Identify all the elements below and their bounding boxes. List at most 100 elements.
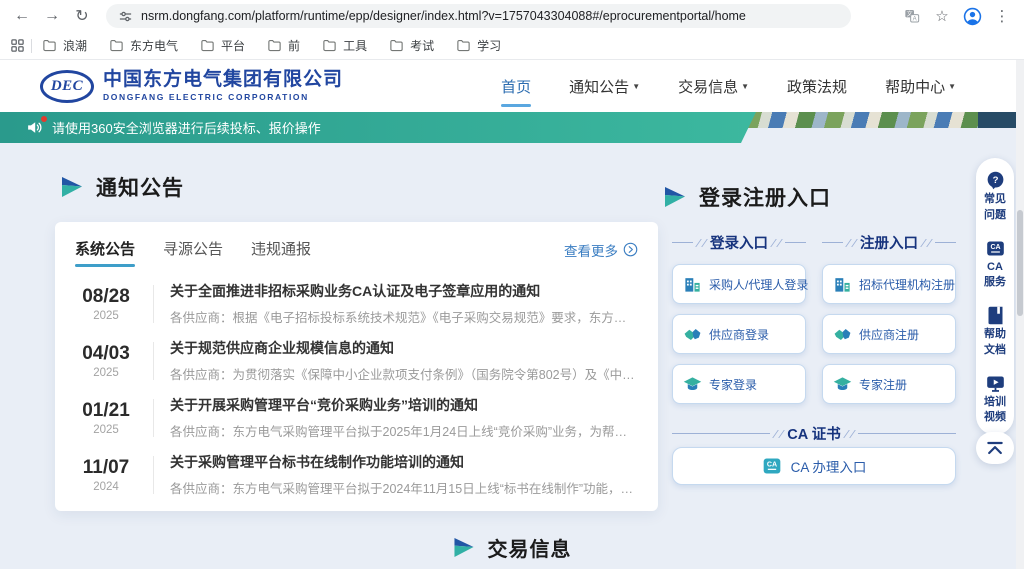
bookmark-folder[interactable]: 学习 bbox=[456, 37, 501, 54]
building-icon bbox=[683, 275, 702, 294]
company-name-cn: 中国东方电气集团有限公司 bbox=[103, 70, 343, 91]
site-header: DEC 中国东方电气集团有限公司 DONGFANG ELECTRIC CORPO… bbox=[0, 60, 1024, 112]
graduation-cap-icon bbox=[833, 375, 852, 394]
notice-title: 关于采购管理平台标书在线制作功能培训的通知 bbox=[170, 452, 638, 472]
bookmark-folder[interactable]: 浪潮 bbox=[42, 37, 87, 54]
bookmark-folder[interactable]: 东方电气 bbox=[109, 37, 178, 54]
section-title: 交易信息 bbox=[488, 533, 572, 562]
chevron-down-icon: ▼ bbox=[948, 82, 956, 91]
entry-headers: 登录入口 注册入口 bbox=[672, 232, 956, 253]
faq-tool[interactable]: ? 常见 问题 bbox=[984, 170, 1006, 223]
handshake-icon bbox=[683, 325, 702, 344]
browser-toolbar: ← → ↻ nsrm.dongfang.com/platform/runtime… bbox=[0, 0, 1024, 32]
chevron-down-icon: ▼ bbox=[632, 82, 640, 91]
back-button[interactable]: ← bbox=[10, 4, 34, 28]
expert-login-button[interactable]: 专家登录 bbox=[672, 364, 806, 404]
scrollbar-thumb[interactable] bbox=[1017, 210, 1023, 316]
divider bbox=[153, 285, 154, 323]
notice-year: 2025 bbox=[75, 424, 137, 436]
nav-home[interactable]: 首页 bbox=[499, 70, 533, 103]
supplier-login-button[interactable]: 供应商登录 bbox=[672, 314, 806, 354]
main-nav: 首页 通知公告▼ 交易信息▼ 政策法规 帮助中心▼ bbox=[499, 70, 958, 103]
notice-date: 04/03 bbox=[75, 343, 137, 365]
bookmark-folder[interactable]: 平台 bbox=[200, 37, 245, 54]
ca-badge-icon: CA bbox=[762, 456, 782, 476]
trade-section-header: 交易信息 bbox=[453, 533, 572, 562]
svg-text:CA: CA bbox=[766, 460, 776, 468]
notice-section-header: 通知公告 bbox=[60, 172, 184, 202]
divider bbox=[153, 399, 154, 437]
ca-service-tool[interactable]: CA CA 服务 bbox=[984, 238, 1006, 291]
notice-desc: 各供应商：东方电气采购管理平台拟于2025年1月24日上线“竞价采购”业务，为帮… bbox=[170, 421, 638, 440]
help-docs-tool[interactable]: 帮助 文档 bbox=[984, 305, 1006, 358]
bookmark-folder[interactable]: 考试 bbox=[389, 37, 434, 54]
notice-title: 关于开展采购管理平台“竞价采购业务”培训的通知 bbox=[170, 395, 638, 415]
notice-desc: 各供应商：为贯彻落实《保障中小企业款项支付条例》（国务院令第802号）及《中小企… bbox=[170, 364, 638, 383]
notice-year: 2024 bbox=[75, 481, 137, 493]
svg-text:A: A bbox=[913, 17, 917, 23]
page-scrollbar[interactable] bbox=[1016, 60, 1024, 569]
notice-desc: 各供应商：根据《电子招标投标系统技术规范》《电子采购交易规范》要求，东方电气采购… bbox=[170, 307, 638, 326]
supplier-register-button[interactable]: 供应商注册 bbox=[822, 314, 956, 354]
nav-trade-info[interactable]: 交易信息▼ bbox=[676, 70, 751, 103]
divider bbox=[153, 456, 154, 494]
ticker-text: 请使用360安全浏览器进行后续投标、报价操作 bbox=[52, 118, 321, 137]
circle-arrow-icon bbox=[623, 242, 638, 257]
ca-apply-button[interactable]: CA CA 办理入口 bbox=[672, 447, 956, 485]
notice-date: 11/07 bbox=[75, 457, 137, 479]
nav-policies[interactable]: 政策法规 bbox=[785, 70, 849, 103]
login-entry-header: 登录入口 bbox=[672, 232, 806, 253]
menu-dots-icon[interactable]: ⋮ bbox=[992, 6, 1012, 26]
notice-year: 2025 bbox=[75, 310, 137, 322]
svg-text:?: ? bbox=[992, 175, 998, 186]
back-to-top-button[interactable] bbox=[976, 432, 1014, 464]
training-videos-tool[interactable]: 培训 视频 bbox=[984, 373, 1006, 426]
section-title: 通知公告 bbox=[96, 172, 184, 202]
divider bbox=[31, 39, 32, 53]
address-bar[interactable]: nsrm.dongfang.com/platform/runtime/epp/d… bbox=[106, 4, 851, 28]
notice-tabs: 系统公告 寻源公告 违规通报 查看更多 bbox=[75, 238, 638, 267]
ca-card-icon: CA bbox=[985, 238, 1006, 259]
nav-notices[interactable]: 通知公告▼ bbox=[567, 70, 642, 103]
quick-toolbar: ? 常见 问题 CA CA 服务 帮助 文档 培训 视频 bbox=[976, 158, 1014, 435]
url-text: nsrm.dongfang.com/platform/runtime/epp/d… bbox=[141, 9, 746, 23]
notice-year: 2025 bbox=[75, 367, 137, 379]
section-arrow-icon bbox=[60, 176, 84, 198]
nav-help-center[interactable]: 帮助中心▼ bbox=[883, 70, 958, 103]
translate-icon[interactable]: 文A bbox=[902, 6, 922, 26]
book-icon bbox=[985, 305, 1006, 326]
section-arrow-icon bbox=[663, 186, 687, 208]
buyer-agent-login-button[interactable]: 采购人/代理人登录 bbox=[672, 264, 806, 304]
dec-logo-icon: DEC bbox=[40, 70, 94, 103]
notice-row[interactable]: 01/21 2025 关于开展采购管理平台“竞价采购业务”培训的通知 各供应商：… bbox=[75, 389, 638, 446]
company-name-en: DONGFANG ELECTRIC CORPORATION bbox=[103, 92, 343, 102]
profile-avatar-icon[interactable] bbox=[962, 6, 982, 26]
reload-button[interactable]: ↻ bbox=[70, 4, 94, 28]
notice-row[interactable]: 11/07 2024 关于采购管理平台标书在线制作功能培训的通知 各供应商：东方… bbox=[75, 446, 638, 503]
bookmark-folder[interactable]: 工具 bbox=[322, 37, 367, 54]
register-entry-header: 注册入口 bbox=[822, 232, 956, 253]
view-more-link[interactable]: 查看更多 bbox=[564, 240, 638, 266]
notice-row[interactable]: 04/03 2025 关于规范供应商企业规模信息的通知 各供应商：为贯彻落实《保… bbox=[75, 332, 638, 389]
question-icon: ? bbox=[985, 170, 1006, 191]
notice-title: 关于规范供应商企业规模信息的通知 bbox=[170, 338, 638, 358]
speaker-icon bbox=[26, 119, 43, 136]
bookmark-star-icon[interactable]: ☆ bbox=[932, 6, 952, 26]
forward-button[interactable]: → bbox=[40, 4, 64, 28]
notice-desc: 各供应商：东方电气采购管理平台拟于2024年11月15日上线“标书在线制作”功能… bbox=[170, 478, 638, 497]
handshake-icon bbox=[833, 325, 852, 344]
section-title: 登录注册入口 bbox=[699, 182, 831, 212]
site-settings-icon[interactable] bbox=[118, 9, 133, 24]
tab-sourcing-notices[interactable]: 寻源公告 bbox=[163, 238, 223, 267]
company-logo[interactable]: DEC 中国东方电气集团有限公司 DONGFANG ELECTRIC CORPO… bbox=[40, 70, 343, 103]
bookmark-folder[interactable]: 前 bbox=[267, 37, 300, 54]
notice-row[interactable]: 08/28 2025 关于全面推进非招标采购业务CA认证及电子签章应用的通知 各… bbox=[75, 275, 638, 332]
apps-grid-icon[interactable] bbox=[10, 38, 25, 53]
expert-register-button[interactable]: 专家注册 bbox=[822, 364, 956, 404]
video-icon bbox=[985, 373, 1006, 394]
tab-system-notices[interactable]: 系统公告 bbox=[75, 238, 135, 267]
bidding-agency-register-button[interactable]: 招标代理机构注册 bbox=[822, 264, 956, 304]
notice-ticker[interactable]: 请使用360安全浏览器进行后续投标、报价操作 bbox=[0, 112, 756, 143]
tab-violation-reports[interactable]: 违规通报 bbox=[251, 238, 311, 267]
building-icon bbox=[833, 275, 852, 294]
